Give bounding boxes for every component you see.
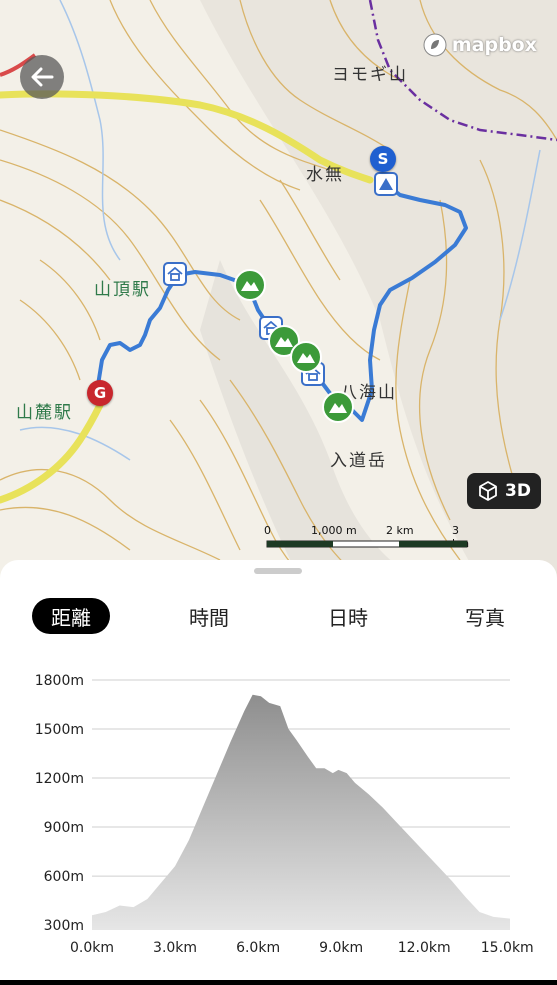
y-tick-label: 600m [44, 869, 84, 885]
x-tick-label: 9.0km [319, 940, 363, 956]
elevation-area [92, 694, 510, 930]
hut-icon[interactable] [163, 262, 187, 286]
y-tick-label: 900m [44, 820, 84, 836]
start-pin[interactable]: S [370, 146, 396, 172]
elevation-chart: 300m 600m 900m 1200m 1500m 1800m 0.0km 3.0km 6.… [35, 673, 534, 956]
x-tick-label: 0.0km [70, 940, 114, 956]
x-tick-label: 12.0km [398, 940, 451, 956]
y-tick-label: 1200m [35, 771, 84, 787]
tab-bar: 距離 時間 日時 写真 [0, 598, 557, 634]
3d-toggle-button[interactable]: 3D [467, 473, 541, 509]
y-tick-label: 1500m [35, 722, 84, 738]
mapbox-logo: mapbox [422, 30, 537, 60]
scale-bar-graphic [266, 540, 468, 548]
mountain-icon[interactable] [234, 269, 266, 301]
y-tick-label: 1800m [35, 673, 84, 689]
tab-datetime[interactable]: 日時 [309, 598, 387, 634]
mapbox-logo-icon [423, 33, 447, 57]
mountain-icon[interactable] [290, 341, 322, 373]
scale-label-0: 0 [264, 524, 271, 537]
tent-icon[interactable] [374, 172, 398, 196]
back-button[interactable] [20, 55, 64, 99]
map-label-sancho-station: 山頂駅 [94, 280, 151, 300]
mountain-icon[interactable] [322, 391, 354, 423]
x-tick-label: 6.0km [236, 940, 280, 956]
elevation-sheet: 距離 時間 日時 写真 300m 600m 900m 1200m 1500m 1800m … [0, 560, 557, 980]
map-label-suimu: 水無 [306, 165, 344, 185]
mapbox-text: mapbox [451, 34, 537, 56]
map-label-yomogi: ヨモギ山 [332, 65, 408, 85]
tab-photos[interactable]: 写真 [446, 598, 524, 634]
map-view[interactable]: ヨモギ山 水無 山頂駅 山麓駅 八海山 入道岳 S G mapbox 3D 0 … [0, 0, 557, 580]
map-label-nyudo: 入道岳 [330, 451, 387, 471]
scale-bar: 0 1,000 m 2 km 3 km [262, 522, 477, 552]
tab-distance[interactable]: 距離 [32, 598, 110, 634]
y-tick-label: 300m [44, 918, 84, 934]
scale-label-1000m: 1,000 m [311, 524, 357, 537]
arrow-left-icon [31, 67, 54, 87]
scale-label-2km: 2 km [386, 524, 414, 537]
sheet-grabber[interactable] [254, 568, 302, 574]
map-label-sanroku-station: 山麓駅 [16, 403, 73, 423]
goal-pin[interactable]: G [87, 380, 113, 406]
cube-icon [479, 481, 497, 501]
tab-time[interactable]: 時間 [170, 598, 248, 634]
3d-label: 3D [505, 481, 531, 501]
x-tick-label: 3.0km [153, 940, 197, 956]
x-tick-label: 15.0km [481, 940, 534, 956]
